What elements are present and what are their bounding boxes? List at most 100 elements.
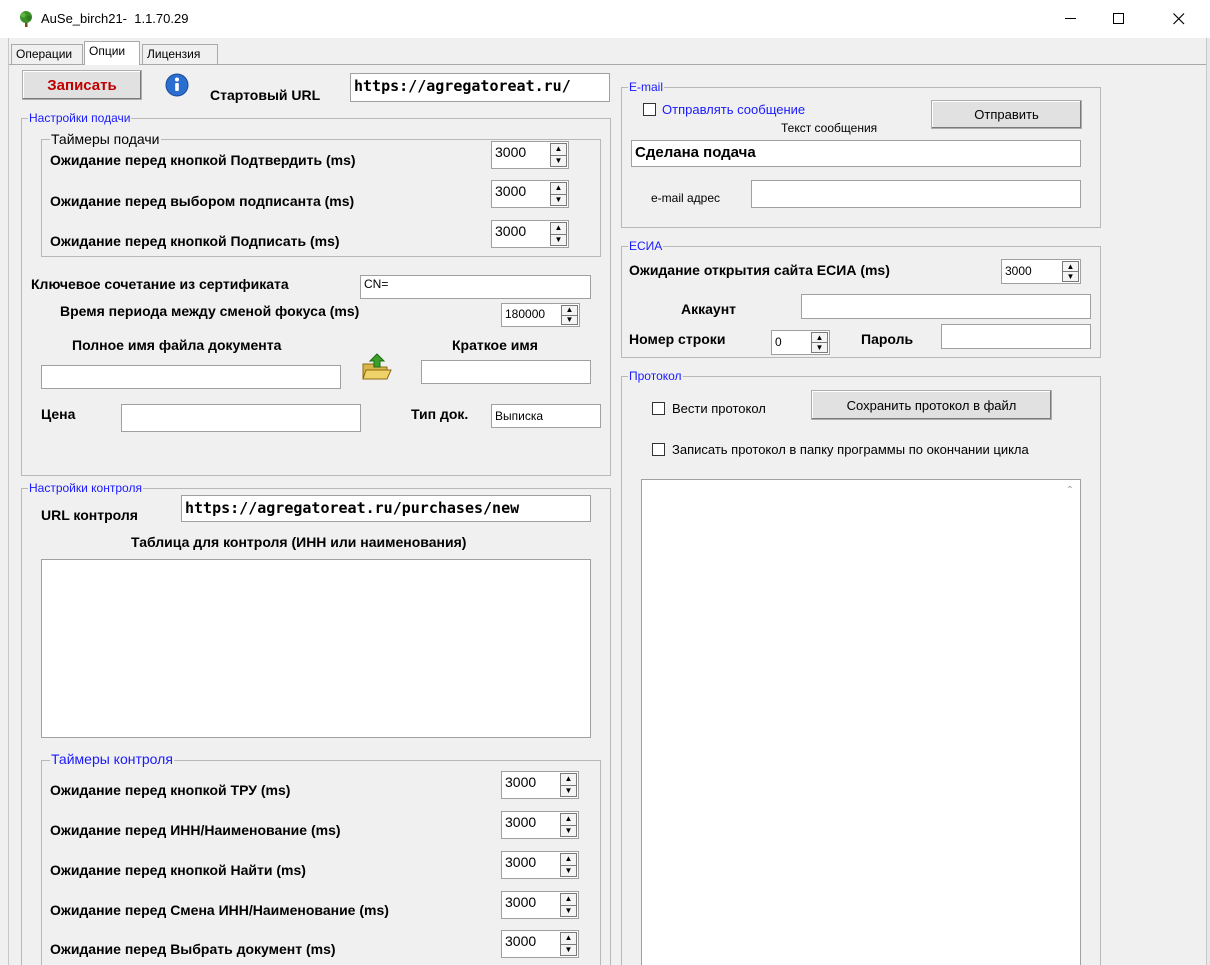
protocol-log-textarea[interactable] xyxy=(641,479,1081,965)
maximize-icon xyxy=(1113,13,1124,24)
control-settings-title: Настройки контроля xyxy=(28,481,143,495)
spin-up-icon[interactable]: ▲ xyxy=(561,854,576,866)
close-button[interactable] xyxy=(1156,0,1202,38)
row-number-spin[interactable]: 0 ▲ ▼ xyxy=(771,330,830,355)
right-edge xyxy=(1206,38,1210,965)
timer-find-spin[interactable]: 3000 ▲ ▼ xyxy=(501,851,579,879)
spin-up-icon[interactable]: ▲ xyxy=(561,774,576,786)
send-message-checkbox[interactable] xyxy=(643,103,656,116)
timer-signer-label: Ожидание перед выбором подписанта (ms) xyxy=(50,193,355,209)
start-url-label: Стартовый URL xyxy=(210,87,321,103)
timer-tru-spin[interactable]: 3000 ▲ ▼ xyxy=(501,771,579,799)
spin-up-icon[interactable]: ▲ xyxy=(561,814,576,826)
short-name-label: Краткое имя xyxy=(452,337,538,353)
price-input[interactable] xyxy=(121,404,361,432)
keep-protocol-checkbox[interactable] xyxy=(652,402,665,415)
timer-find-value: 3000 xyxy=(505,854,537,870)
esia-wait-spin[interactable]: 3000 ▲ ▼ xyxy=(1001,259,1081,284)
write-protocol-checkbox[interactable] xyxy=(652,443,665,456)
doc-type-label: Тип док. xyxy=(411,406,469,422)
minimize-icon xyxy=(1065,18,1076,19)
row-number-value: 0 xyxy=(775,335,782,349)
spin-down-icon[interactable]: ▼ xyxy=(551,235,566,246)
esia-wait-value: 3000 xyxy=(1005,264,1032,278)
protocol-title: Протокол xyxy=(628,369,683,383)
message-text-input[interactable]: Сделана подача xyxy=(631,140,1081,167)
cert-key-input[interactable]: CN= xyxy=(360,275,591,299)
focus-period-spin[interactable]: 180000 ▲ ▼ xyxy=(501,303,580,327)
spin-down-icon[interactable]: ▼ xyxy=(561,906,576,917)
left-edge xyxy=(0,38,9,965)
esia-wait-label: Ожидание открытия сайта ЕСИА (ms) xyxy=(629,262,890,278)
row-number-label: Номер строки xyxy=(629,331,726,347)
cert-key-label: Ключевое сочетание из сертификата xyxy=(31,276,289,292)
timer-inn-label: Ожидание перед ИНН/Наименование (ms) xyxy=(50,822,341,838)
timer-inn-spin[interactable]: 3000 ▲ ▼ xyxy=(501,811,579,839)
email-address-input[interactable] xyxy=(751,180,1081,208)
esia-title: ЕСИА xyxy=(628,239,664,253)
doc-type-input[interactable]: Выписка xyxy=(491,404,601,428)
password-label: Пароль xyxy=(861,331,914,347)
timer-signer-value: 3000 xyxy=(495,183,527,199)
timer-confirm-spin[interactable]: 3000 ▲ ▼ xyxy=(491,141,569,169)
account-input[interactable] xyxy=(801,294,1091,319)
open-folder-icon[interactable] xyxy=(360,352,394,382)
focus-period-value: 180000 xyxy=(505,307,546,321)
email-address-label: e-mail адрес xyxy=(651,191,721,205)
account-label: Аккаунт xyxy=(681,301,737,317)
control-url-input[interactable]: https://agregatoreat.ru/purchases/new xyxy=(181,495,591,522)
minimize-button[interactable] xyxy=(1048,0,1094,38)
spin-up-icon[interactable]: ▲ xyxy=(561,933,576,945)
timer-sign-spin[interactable]: 3000 ▲ ▼ xyxy=(491,220,569,248)
spin-down-icon[interactable]: ▼ xyxy=(551,156,566,167)
submit-settings-title: Настройки подачи xyxy=(28,111,132,125)
save-button-label: Записать xyxy=(47,76,117,94)
tab-options[interactable]: Опции xyxy=(84,41,140,65)
write-protocol-label: Записать протокол в папку программы по о… xyxy=(672,442,1029,457)
spin-down-icon[interactable]: ▼ xyxy=(561,786,576,797)
spin-down-icon[interactable]: ▼ xyxy=(561,866,576,877)
tab-license[interactable]: Лицензия xyxy=(142,44,218,64)
doc-file-input[interactable] xyxy=(41,365,341,389)
spin-down-icon[interactable]: ▼ xyxy=(551,195,566,206)
info-icon[interactable] xyxy=(164,70,192,98)
start-url-input[interactable]: https://agregatoreat.ru/ xyxy=(350,73,610,102)
spin-down-icon[interactable]: ▼ xyxy=(812,343,827,352)
password-input[interactable] xyxy=(941,324,1091,349)
spin-up-icon[interactable]: ▲ xyxy=(812,333,827,343)
timer-change-inn-spin[interactable]: 3000 ▲ ▼ xyxy=(501,891,579,919)
send-message-label: Отправлять сообщение xyxy=(662,102,806,117)
control-table-textarea[interactable] xyxy=(41,559,591,738)
spin-down-icon[interactable]: ▼ xyxy=(561,945,576,956)
timer-sign-label: Ожидание перед кнопкой Подписать (ms) xyxy=(50,233,340,249)
email-title: E-mail xyxy=(628,80,665,94)
timer-inn-value: 3000 xyxy=(505,814,537,830)
tab-operations[interactable]: Операции xyxy=(11,44,83,64)
timer-signer-spin[interactable]: 3000 ▲ ▼ xyxy=(491,180,569,208)
control-table-label: Таблица для контроля (ИНН или наименован… xyxy=(131,534,467,550)
doc-file-label: Полное имя файла документа xyxy=(72,337,282,353)
timer-confirm-value: 3000 xyxy=(495,144,527,160)
timer-sign-value: 3000 xyxy=(495,223,527,239)
maximize-button[interactable] xyxy=(1096,0,1142,38)
spin-up-icon[interactable]: ▲ xyxy=(551,223,566,235)
scroll-up-icon[interactable]: ⌃ xyxy=(1063,485,1077,497)
spin-up-icon[interactable]: ▲ xyxy=(561,894,576,906)
spin-down-icon[interactable]: ▼ xyxy=(562,315,577,325)
timer-choose-doc-value: 3000 xyxy=(505,933,537,949)
timer-choose-doc-label: Ожидание перед Выбрать документ (ms) xyxy=(50,941,336,957)
timer-choose-doc-spin[interactable]: 3000 ▲ ▼ xyxy=(501,930,579,958)
submit-timers-title: Таймеры подачи xyxy=(50,131,161,147)
focus-period-label: Время периода между сменой фокуса (ms) xyxy=(60,303,360,319)
save-button[interactable]: Записать xyxy=(22,70,142,100)
window-title: AuSe_birch21- 1.1.70.29 xyxy=(41,11,189,26)
timer-confirm-label: Ожидание перед кнопкой Подтвердить (ms) xyxy=(50,152,356,168)
send-button[interactable]: Отправить xyxy=(931,100,1082,129)
spin-up-icon[interactable]: ▲ xyxy=(1063,262,1078,272)
save-protocol-button[interactable]: Сохранить протокол в файл xyxy=(811,390,1052,420)
spin-up-icon[interactable]: ▲ xyxy=(551,183,566,195)
short-name-input[interactable] xyxy=(421,360,591,384)
spin-down-icon[interactable]: ▼ xyxy=(561,826,576,837)
spin-down-icon[interactable]: ▼ xyxy=(1063,272,1078,281)
spin-up-icon[interactable]: ▲ xyxy=(551,144,566,156)
